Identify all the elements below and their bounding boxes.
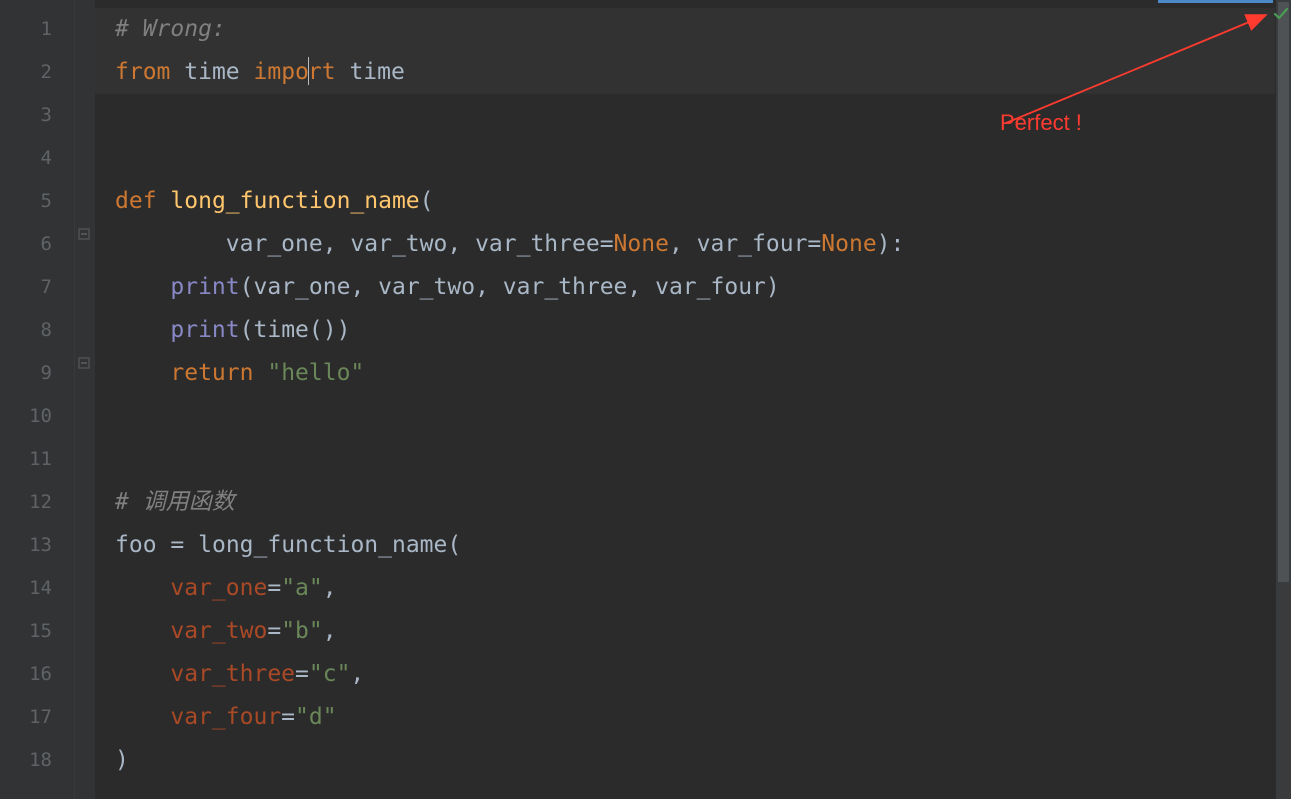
line-number-gutter[interactable]: 1 2 3 4 5 6 7 8 9 10 11 12 13 14 15 16 1… (0, 0, 75, 799)
imported-name: time (349, 59, 404, 85)
string-literal: "d" (295, 704, 337, 730)
code-line[interactable]: var_three="c", (95, 653, 1291, 696)
line-number[interactable]: 2 (0, 51, 74, 94)
line-number[interactable]: 17 (0, 696, 74, 739)
line-number[interactable]: 14 (0, 567, 74, 610)
code-line[interactable]: print(var_one, var_two, var_three, var_f… (95, 266, 1291, 309)
none-literal: None (614, 231, 669, 257)
string-literal: "c" (309, 661, 351, 687)
comment-text: # 调用函数 (115, 489, 235, 515)
comment-text: # Wrong: (115, 16, 226, 42)
fold-gutter[interactable] (75, 0, 95, 799)
code-line[interactable] (95, 395, 1291, 438)
code-line[interactable]: var_one="a", (95, 567, 1291, 610)
line-number[interactable]: 11 (0, 438, 74, 481)
code-line[interactable]: print(time()) (95, 309, 1291, 352)
line-number[interactable]: 18 (0, 739, 74, 782)
line-number[interactable]: 15 (0, 610, 74, 653)
code-content[interactable]: # Wrong: from time import time def long_… (95, 0, 1291, 799)
keyword-def: def (115, 188, 157, 214)
call-time: time (254, 317, 309, 343)
line-number[interactable]: 8 (0, 309, 74, 352)
code-line[interactable]: # Wrong: (95, 8, 1291, 51)
code-line[interactable]: var_one, var_two, var_three=None, var_fo… (95, 223, 1291, 266)
vertical-scrollbar[interactable] (1275, 0, 1291, 799)
keyword-return: return (170, 360, 253, 386)
parameter: var_one (226, 231, 323, 257)
none-literal: None (821, 231, 876, 257)
line-number[interactable]: 3 (0, 94, 74, 137)
module-name: time (184, 59, 239, 85)
tab-accent (1158, 0, 1273, 3)
kwarg-name: var_four (170, 704, 281, 730)
kwarg-name: var_three (170, 661, 295, 687)
variable: foo (115, 532, 157, 558)
line-number[interactable]: 12 (0, 481, 74, 524)
keyword-import: impo (254, 59, 309, 85)
line-number[interactable]: 16 (0, 653, 74, 696)
string-literal: "hello" (267, 360, 364, 386)
text-caret (308, 57, 309, 85)
line-number[interactable]: 13 (0, 524, 74, 567)
kwarg-name: var_one (170, 575, 267, 601)
code-line[interactable] (95, 438, 1291, 481)
keyword-from: from (115, 59, 170, 85)
code-editor[interactable]: Perfect ! 1 2 3 4 5 6 7 8 9 10 11 12 13 … (0, 0, 1291, 799)
line-number[interactable]: 9 (0, 352, 74, 395)
parameter: var_three (475, 231, 600, 257)
parameter: var_four (697, 231, 808, 257)
code-line[interactable]: # 调用函数 (95, 481, 1291, 524)
function-call: long_function_name (198, 532, 447, 558)
builtin-print: print (170, 274, 239, 300)
fold-collapse-icon[interactable] (77, 228, 91, 242)
line-number[interactable]: 6 (0, 223, 74, 266)
code-line[interactable]: var_two="b", (95, 610, 1291, 653)
string-literal: "a" (281, 575, 323, 601)
code-line[interactable]: foo = long_function_name( (95, 524, 1291, 567)
line-number[interactable]: 7 (0, 266, 74, 309)
code-line[interactable]: return "hello" (95, 352, 1291, 395)
kwarg-name: var_two (170, 618, 267, 644)
line-number[interactable]: 10 (0, 395, 74, 438)
code-line[interactable]: var_four="d" (95, 696, 1291, 739)
inspection-check-icon[interactable] (1273, 6, 1289, 26)
fold-collapse-icon[interactable] (77, 357, 91, 371)
parameter: var_two (350, 231, 447, 257)
line-number[interactable]: 5 (0, 180, 74, 223)
string-literal: "b" (281, 618, 323, 644)
code-line[interactable]: ) (95, 739, 1291, 782)
code-line[interactable] (95, 94, 1291, 137)
scrollbar-thumb[interactable] (1278, 2, 1289, 582)
code-line[interactable]: def long_function_name( (95, 180, 1291, 223)
line-number[interactable]: 1 (0, 8, 74, 51)
line-number[interactable]: 4 (0, 137, 74, 180)
code-line-current[interactable]: from time import time (95, 51, 1291, 94)
function-name: long_function_name (170, 188, 419, 214)
builtin-print: print (170, 317, 239, 343)
code-line[interactable] (95, 137, 1291, 180)
